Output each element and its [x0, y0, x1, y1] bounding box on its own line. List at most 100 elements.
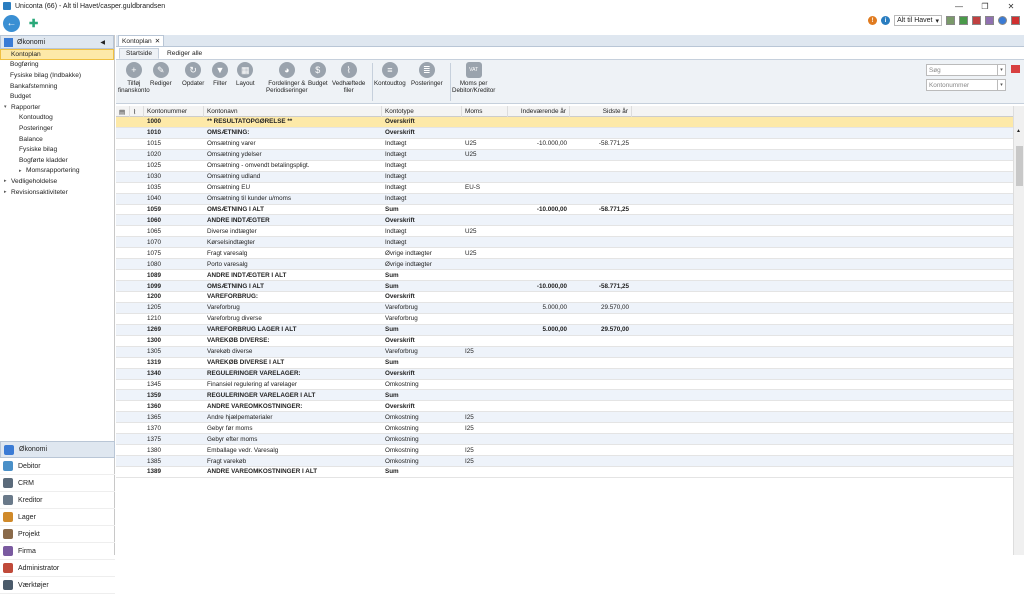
cell-kontonavn[interactable]: Omsætning udland [204, 172, 382, 182]
expand-arrow-icon[interactable]: ▸ [4, 178, 11, 184]
cell-sidsteår[interactable] [570, 270, 632, 280]
table-row[interactable]: 1089 ANDRE INDTÆGTER I ALT Sum [116, 270, 1013, 282]
cell-sidsteår[interactable] [570, 150, 632, 160]
cell-kontotype[interactable]: Overskrift [382, 128, 462, 138]
cell-sidsteår[interactable]: 29.570,00 [570, 303, 632, 313]
table-row[interactable]: 1035 Omsætning EU Indtægt EU-S [116, 183, 1013, 194]
cell-kontonummer[interactable]: 1065 [144, 226, 204, 236]
cell-kontotype[interactable]: Overskrift [382, 215, 462, 225]
table-row[interactable]: 1075 Fragt varesalg Øvrige indtægter U25 [116, 248, 1013, 260]
table-row[interactable]: 1030 Omsætning udland Indtægt [116, 171, 1013, 183]
nav-item-8[interactable]: Balance [0, 134, 114, 145]
module-3[interactable]: Kreditor [0, 492, 115, 509]
cell-sidsteår[interactable]: -58.771,25 [570, 281, 632, 291]
cell-sidsteår[interactable] [570, 401, 632, 411]
cell-moms[interactable] [462, 281, 508, 291]
expand-arrow-icon[interactable]: ▸ [4, 189, 11, 195]
table-row[interactable]: 1010 OMSÆTNING: Overskrift [116, 127, 1013, 139]
cell-kontonavn[interactable]: Fragt varekøb [204, 456, 382, 466]
cell-kontotype[interactable]: Indtægt [382, 172, 462, 182]
cell-kontonummer[interactable]: 1020 [144, 150, 204, 160]
cell-kontonavn[interactable]: REGULERINGER VARELAGER I ALT [204, 390, 382, 400]
cell-kontonummer[interactable]: 1360 [144, 401, 204, 411]
cell-moms[interactable]: U25 [462, 150, 508, 160]
excel-icon[interactable] [959, 16, 968, 25]
cell-indeværendeår[interactable] [508, 412, 570, 422]
module-5[interactable]: Projekt [0, 526, 115, 543]
cell-sidsteår[interactable]: -58.771,25 [570, 139, 632, 149]
ribbon-tab-0[interactable]: Startside [119, 48, 160, 59]
cell-moms[interactable] [462, 467, 508, 477]
cell-kontotype[interactable]: Omkostning [382, 445, 462, 455]
nav-item-7[interactable]: Posteringer [0, 123, 114, 134]
cell-moms[interactable] [462, 325, 508, 335]
cell-indeværendeår[interactable] [508, 358, 570, 368]
cell-sidsteår[interactable] [570, 390, 632, 400]
cell-moms[interactable]: U25 [462, 226, 508, 236]
cell-kontotype[interactable]: Omkostning [382, 412, 462, 422]
cell-moms[interactable] [462, 380, 508, 390]
cell-indeværendeår[interactable] [508, 183, 570, 193]
cell-sidsteår[interactable] [570, 194, 632, 204]
cell-sidsteår[interactable] [570, 248, 632, 258]
ribbon-button-8[interactable]: ≡ Kontoudtog [374, 62, 406, 87]
cell-kontotype[interactable]: Indtægt [382, 139, 462, 149]
company-selector[interactable]: Alt til Havet ▾ [894, 15, 942, 26]
cell-kontonummer[interactable]: 1205 [144, 303, 204, 313]
cell-kontonavn[interactable]: Vareforbrug diverse [204, 314, 382, 324]
ribbon-button-3[interactable]: ▼ Filter [212, 62, 228, 87]
cell-indeværendeår[interactable] [508, 369, 570, 379]
table-row[interactable]: 1269 VAREFORBRUG LAGER I ALT Sum 5.000,00 29… [116, 324, 1013, 336]
module-0[interactable]: Økonomi [0, 441, 115, 458]
cell-kontonavn[interactable]: ANDRE INDTÆGTER I ALT [204, 270, 382, 280]
logout-icon[interactable] [1011, 16, 1020, 25]
cell-kontonavn[interactable]: Kørselsindtægter [204, 237, 382, 247]
cell-indeværendeår[interactable] [508, 237, 570, 247]
cell-kontotype[interactable]: Sum [382, 270, 462, 280]
cell-sidsteår[interactable] [570, 292, 632, 302]
ribbon-button-6[interactable]: $ Budget [308, 62, 328, 87]
cell-moms[interactable] [462, 292, 508, 302]
cell-indeværendeår[interactable] [508, 434, 570, 444]
table-row[interactable]: 1389 ANDRE VAREOMKOSTNINGER I ALT Sum [116, 467, 1013, 478]
account-number-field[interactable]: Kontonummer ▾ [926, 79, 1006, 91]
cell-kontonummer[interactable]: 1200 [144, 292, 204, 302]
cell-moms[interactable]: U25 [462, 248, 508, 258]
cell-indeværendeår[interactable] [508, 259, 570, 269]
collapse-panel-icon[interactable]: ◀ [100, 39, 105, 46]
table-row[interactable]: 1345 Finansiel regulering af varelager Omk… [116, 380, 1013, 391]
cell-kontonavn[interactable]: OMSÆTNING I ALT [204, 205, 382, 215]
cell-kontotype[interactable]: Øvrige indtægter [382, 248, 462, 258]
cell-kontotype[interactable]: Omkostning [382, 434, 462, 444]
module-4[interactable]: Lager [0, 509, 115, 526]
cell-kontonummer[interactable]: 1365 [144, 412, 204, 422]
table-row[interactable]: 1000 ** RESULTATOPGØRELSE ** Overskrift [116, 117, 1013, 128]
cell-kontotype[interactable]: Indtægt [382, 161, 462, 171]
cell-moms[interactable] [462, 237, 508, 247]
cell-sidsteår[interactable] [570, 259, 632, 269]
cell-moms[interactable] [462, 434, 508, 444]
cell-kontonavn[interactable]: Vareforbrug [204, 303, 382, 313]
cell-indeværendeår[interactable] [508, 467, 570, 477]
cell-moms[interactable] [462, 369, 508, 379]
cell-kontonavn[interactable]: VAREKØB DIVERSE: [204, 336, 382, 346]
table-row[interactable]: 1305 Varekøb diverse Vareforbrug I25 [116, 346, 1013, 358]
cell-sidsteår[interactable] [570, 456, 632, 466]
cell-moms[interactable]: I25 [462, 445, 508, 455]
cell-indeværendeår[interactable] [508, 336, 570, 346]
cell-sidsteår[interactable] [570, 412, 632, 422]
cell-kontonummer[interactable]: 1070 [144, 237, 204, 247]
cell-kontotype[interactable]: Sum [382, 325, 462, 335]
column-header-3[interactable]: Moms [462, 106, 508, 117]
tab-kontoplan[interactable]: Kontoplan ✕ [118, 35, 165, 46]
cell-kontonummer[interactable]: 1000 [144, 117, 204, 127]
nav-item-13[interactable]: ▸ Revisionsaktiviteter [0, 187, 114, 198]
cell-kontonummer[interactable]: 1099 [144, 281, 204, 291]
column-header-1[interactable]: Kontonavn [204, 106, 382, 117]
cell-indeværendeår[interactable] [508, 128, 570, 138]
table-row[interactable]: 1065 Diverse indtægter Indtægt U25 [116, 226, 1013, 238]
cell-sidsteår[interactable] [570, 226, 632, 236]
cell-kontonummer[interactable]: 1380 [144, 445, 204, 455]
cell-indeværendeår[interactable] [508, 401, 570, 411]
cell-sidsteår[interactable] [570, 117, 632, 127]
